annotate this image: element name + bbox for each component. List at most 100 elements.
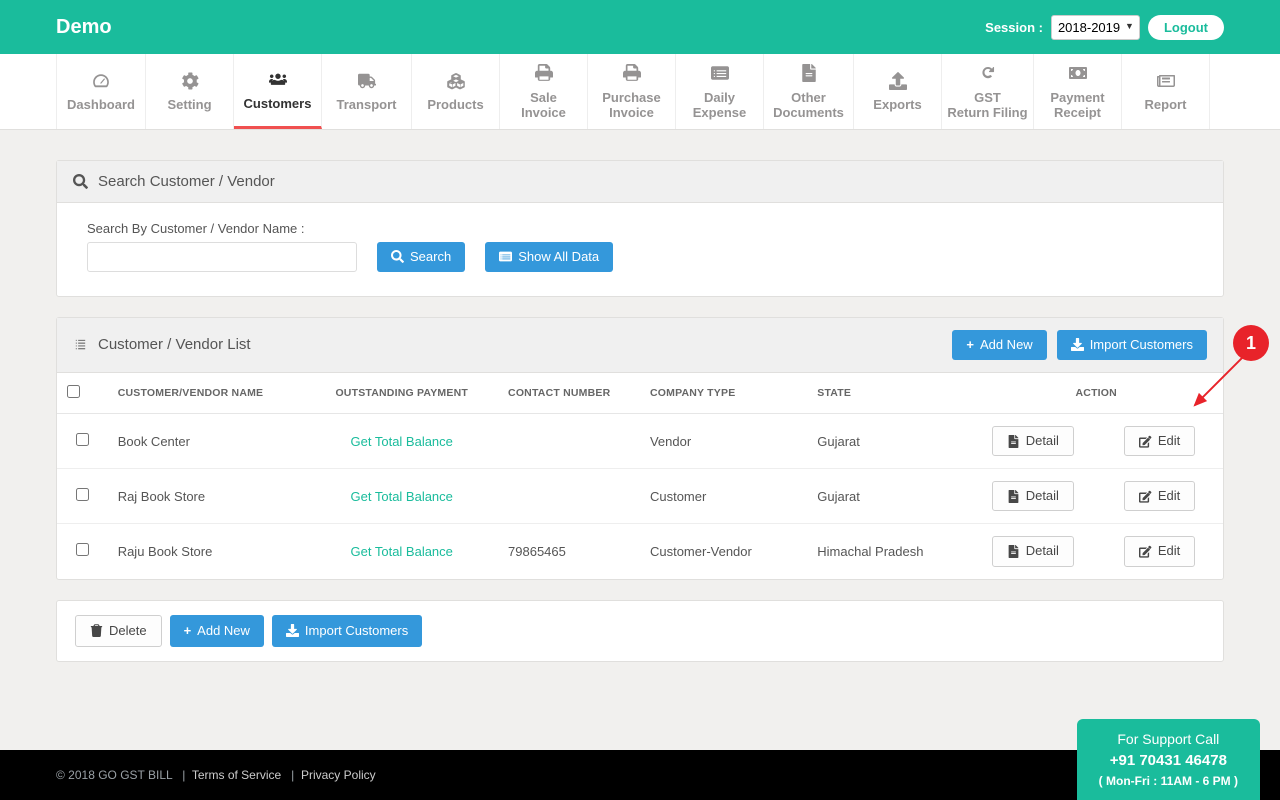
print-icon <box>535 64 553 88</box>
add-new-button-bottom[interactable]: + Add New <box>170 615 264 647</box>
bottom-action-panel: Delete + Add New Import Customers <box>56 600 1224 662</box>
footer-privacy-link[interactable]: Privacy Policy <box>301 768 376 782</box>
list-panel: Customer / Vendor List + Add New Import … <box>56 317 1224 580</box>
cell-state: Gujarat <box>807 413 969 468</box>
nav-daily-expense[interactable]: DailyExpense <box>676 54 764 129</box>
search-icon <box>73 174 88 189</box>
edit-button[interactable]: Edit <box>1124 426 1195 456</box>
cell-name: Raju Book Store <box>108 524 306 579</box>
cell-type: Customer-Vendor <box>640 524 807 579</box>
import-customers-button-bottom[interactable]: Import Customers <box>272 615 422 647</box>
cubes-icon <box>447 72 465 96</box>
nav-products[interactable]: Products <box>412 54 500 129</box>
support-hours: ( Mon-Fri : 11AM - 6 PM ) <box>1099 772 1238 790</box>
nav-label: Setting <box>167 97 211 113</box>
support-line1: For Support Call <box>1099 729 1238 750</box>
col-state: STATE <box>807 373 969 414</box>
cell-name: Raj Book Store <box>108 469 306 524</box>
nav-sale-invoice[interactable]: SaleInvoice <box>500 54 588 129</box>
nav-label: Customers <box>244 96 312 112</box>
search-icon <box>391 250 404 263</box>
nav-exports[interactable]: Exports <box>854 54 942 129</box>
edit-button[interactable]: Edit <box>1124 481 1195 511</box>
col-contact: CONTACT NUMBER <box>498 373 640 414</box>
newspaper-icon <box>1157 72 1175 96</box>
search-button[interactable]: Search <box>377 242 465 272</box>
gear-icon <box>181 72 199 96</box>
nav-other-documents[interactable]: OtherDocuments <box>764 54 854 129</box>
nav-gst-return[interactable]: GSTReturn Filing <box>942 54 1034 129</box>
upload-icon <box>889 72 907 96</box>
nav-label: SaleInvoice <box>521 90 566 121</box>
edit-button[interactable]: Edit <box>1124 536 1195 566</box>
print-icon <box>623 64 641 88</box>
list-panel-heading: Customer / Vendor List + Add New Import … <box>57 318 1223 373</box>
session-select[interactable]: 2018-2019 <box>1051 15 1140 40</box>
col-type: COMPANY TYPE <box>640 373 807 414</box>
list-icon <box>711 64 729 88</box>
cell-state: Himachal Pradesh <box>807 524 969 579</box>
logout-button[interactable]: Logout <box>1148 15 1224 40</box>
search-field-label: Search By Customer / Vendor Name : <box>87 221 357 236</box>
get-balance-link[interactable]: Get Total Balance <box>351 544 453 559</box>
money-icon <box>1069 64 1087 88</box>
cell-state: Gujarat <box>807 469 969 524</box>
search-panel-heading: Search Customer / Vendor <box>57 161 1223 203</box>
col-outstanding: OUTSTANDING PAYMENT <box>305 373 498 414</box>
download-icon <box>1071 338 1084 351</box>
topbar-right: Session : 2018-2019 Logout <box>985 15 1224 40</box>
search-panel-title: Search Customer / Vendor <box>98 173 275 190</box>
nav-dashboard[interactable]: Dashboard <box>56 54 146 129</box>
trash-icon <box>90 624 103 637</box>
file-icon <box>1007 435 1020 448</box>
col-action: ACTION <box>969 373 1223 414</box>
nav-label: GSTReturn Filing <box>947 90 1027 121</box>
cell-name: Book Center <box>108 413 306 468</box>
edit-icon <box>1139 435 1152 448</box>
main-nav: Dashboard Setting Customers Transport Pr… <box>0 54 1280 130</box>
search-input[interactable] <box>87 242 357 272</box>
select-all-checkbox[interactable] <box>67 385 80 398</box>
import-customers-button-top[interactable]: Import Customers <box>1057 330 1207 360</box>
nav-label: Report <box>1145 97 1187 113</box>
file-icon <box>1007 490 1020 503</box>
get-balance-link[interactable]: Get Total Balance <box>351 489 453 504</box>
row-checkbox[interactable] <box>76 488 89 501</box>
cell-contact: 79865465 <box>498 524 640 579</box>
nav-setting[interactable]: Setting <box>146 54 234 129</box>
row-checkbox[interactable] <box>76 543 89 556</box>
list-panel-title: Customer / Vendor List <box>98 336 251 353</box>
show-all-button[interactable]: Show All Data <box>485 242 613 272</box>
list-icon <box>499 250 512 263</box>
brand-title: Demo <box>56 16 112 39</box>
edit-icon <box>1139 545 1152 558</box>
download-icon <box>286 624 299 637</box>
nav-purchase-invoice[interactable]: PurchaseInvoice <box>588 54 676 129</box>
dashboard-icon <box>92 72 110 96</box>
cell-contact <box>498 413 640 468</box>
table-row: Raj Book Store Get Total Balance CustomerG… <box>57 469 1223 524</box>
col-name: CUSTOMER/VENDOR NAME <box>108 373 306 414</box>
add-new-button-top[interactable]: + Add New <box>952 330 1046 360</box>
detail-button[interactable]: Detail <box>992 481 1074 511</box>
get-balance-link[interactable]: Get Total Balance <box>351 434 453 449</box>
file-icon <box>800 64 818 88</box>
nav-transport[interactable]: Transport <box>322 54 412 129</box>
refresh-icon <box>979 64 997 88</box>
session-label: Session : <box>985 20 1043 35</box>
nav-payment-receipt[interactable]: PaymentReceipt <box>1034 54 1122 129</box>
nav-label: OtherDocuments <box>773 90 844 121</box>
nav-label: Dashboard <box>67 97 135 113</box>
footer-tos-link[interactable]: Terms of Service <box>192 768 281 782</box>
nav-report[interactable]: Report <box>1122 54 1210 129</box>
cell-type: Customer <box>640 469 807 524</box>
edit-icon <box>1139 490 1152 503</box>
delete-button[interactable]: Delete <box>75 615 162 647</box>
row-checkbox[interactable] <box>76 433 89 446</box>
support-phone: +91 70431 46478 <box>1099 750 1238 773</box>
nav-label: DailyExpense <box>693 90 746 121</box>
support-call-box: For Support Call +91 70431 46478 ( Mon-F… <box>1077 719 1260 800</box>
nav-customers[interactable]: Customers <box>234 54 322 129</box>
detail-button[interactable]: Detail <box>992 426 1074 456</box>
detail-button[interactable]: Detail <box>992 536 1074 566</box>
